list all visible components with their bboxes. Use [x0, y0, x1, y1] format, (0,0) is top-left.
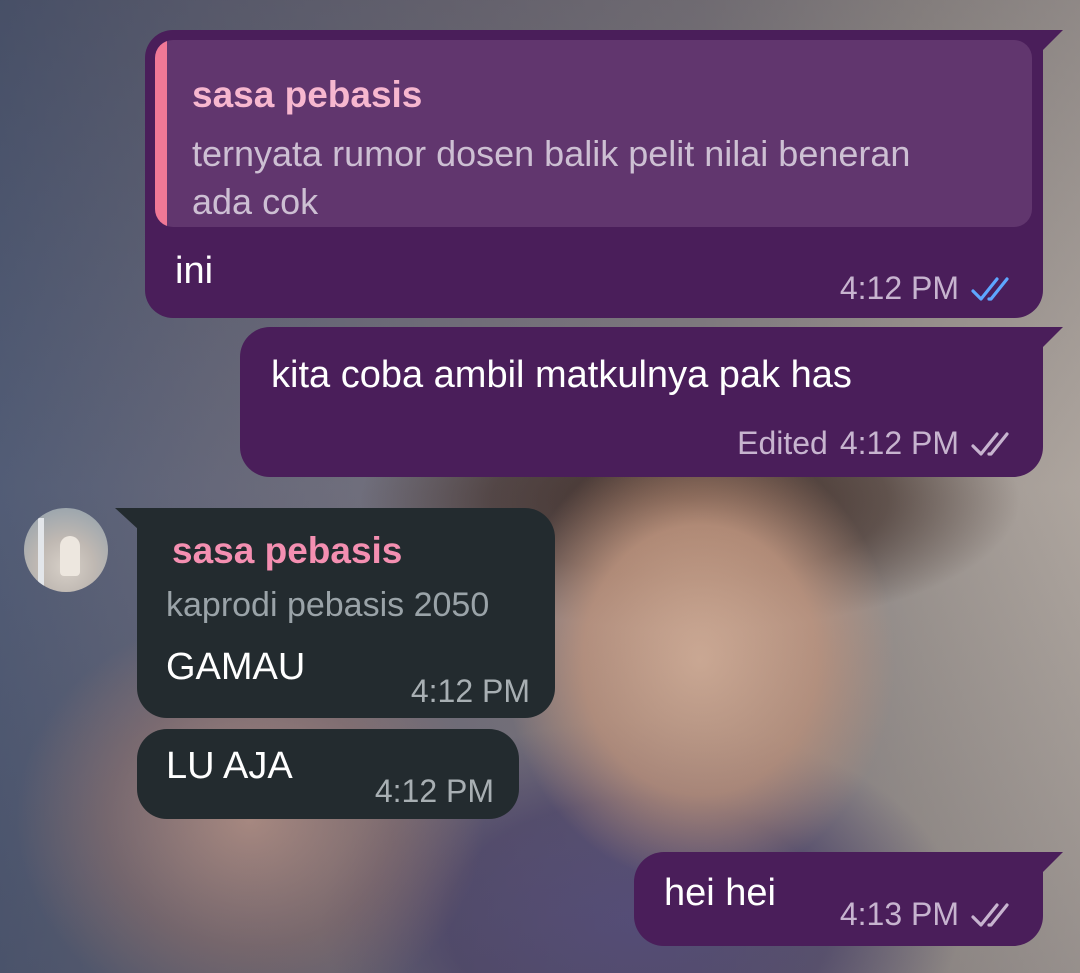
message-meta: Edited 4:12 PM	[737, 425, 1017, 462]
bubble-tail	[115, 508, 139, 530]
message-meta: 4:13 PM	[840, 896, 1017, 933]
message-bubble-outgoing[interactable]: sasa pebasis ternyata rumor dosen balik …	[145, 30, 1063, 318]
message-bubble-outgoing[interactable]: hei hei 4:13 PM	[634, 852, 1063, 946]
message-text: LU AJA	[166, 745, 293, 787]
delivered-double-check-icon	[971, 431, 1009, 456]
message-time: 4:12 PM	[374, 773, 494, 809]
reply-quote-bar	[155, 40, 167, 227]
edited-label: Edited	[737, 425, 828, 461]
avatar-photo-detail	[38, 518, 44, 588]
sender-name[interactable]: sasa pebasis	[172, 530, 402, 572]
reply-sender-name: sasa pebasis	[192, 74, 423, 115]
read-double-check-icon	[971, 276, 1009, 301]
message-text: GAMAU	[166, 646, 306, 688]
message-meta: 4:12 PM	[375, 773, 494, 810]
reply-quoted-text: ternyata rumor dosen balik pelit nilai b…	[192, 133, 911, 222]
reply-quote[interactable]: sasa pebasis ternyata rumor dosen balik …	[155, 40, 1032, 227]
message-bubble-incoming[interactable]: LU AJA 4:12 PM	[137, 729, 519, 819]
message-time: 4:13 PM	[839, 896, 959, 932]
bubble-tail	[1041, 852, 1063, 874]
message-text: hei hei	[664, 872, 776, 914]
message-bubble-incoming[interactable]: sasa pebasis kaprodi pebasis 2050 GAMAU …	[115, 508, 555, 718]
message-meta: 4:12 PM	[411, 673, 530, 710]
message-text: ini	[175, 250, 214, 292]
message-text: kita coba ambil matkulnya pak has	[271, 354, 852, 396]
sender-avatar[interactable]	[24, 508, 108, 592]
message-time: 4:12 PM	[839, 425, 959, 461]
bubble-tail	[1041, 327, 1063, 349]
sender-title: kaprodi pebasis 2050	[166, 586, 490, 624]
message-meta: 4:12 PM	[840, 270, 1017, 307]
message-time: 4:12 PM	[839, 270, 959, 306]
delivered-double-check-icon	[971, 902, 1009, 927]
message-time: 4:12 PM	[410, 673, 530, 709]
message-bubble-outgoing[interactable]: kita coba ambil matkulnya pak has Edited…	[240, 327, 1063, 477]
avatar-photo-figure	[60, 536, 80, 576]
bubble-tail	[1041, 30, 1063, 52]
